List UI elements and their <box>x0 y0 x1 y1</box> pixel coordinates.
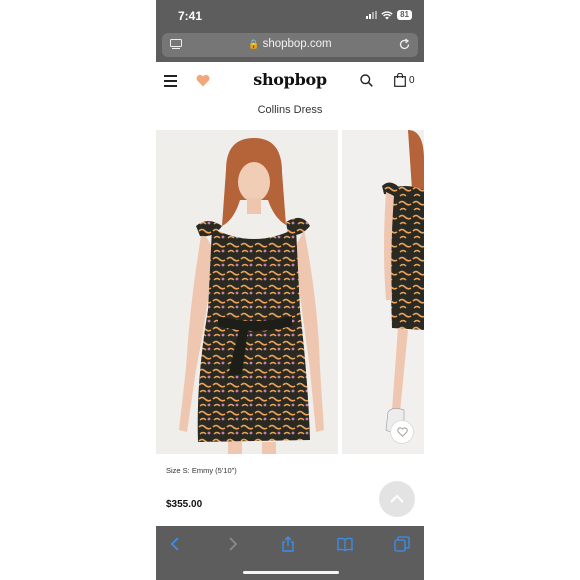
url-display[interactable]: 🔒 shopbop.com <box>162 38 418 50</box>
product-title: Collins Dress <box>257 104 323 116</box>
browser-top-bar: 7:41 81 🔒 shopbop.com <box>156 0 424 62</box>
status-indicators: 81 <box>366 10 412 20</box>
address-bar[interactable]: 🔒 shopbop.com <box>162 33 418 57</box>
bag-count: 0 <box>409 75 415 86</box>
product-price: $355.00 <box>166 499 203 510</box>
cellular-signal-icon <box>366 11 378 19</box>
back-arrow-icon[interactable] <box>168 536 184 552</box>
search-icon[interactable] <box>360 74 373 87</box>
home-indicator[interactable] <box>243 571 339 574</box>
lock-icon: 🔒 <box>248 39 260 49</box>
site-logo[interactable]: shopbop <box>156 70 424 89</box>
url-text: shopbop.com <box>262 38 332 50</box>
battery-indicator: 81 <box>397 10 412 20</box>
share-icon[interactable] <box>280 536 296 552</box>
forward-arrow-icon[interactable] <box>224 536 240 552</box>
shopping-bag-icon[interactable] <box>394 73 406 87</box>
model-photo-side <box>382 130 424 432</box>
heart-outline-icon <box>396 427 408 437</box>
add-to-wishlist-button[interactable] <box>390 420 414 444</box>
phone-screen: 7:41 81 🔒 shopbop.com shopbop 0 Collins … <box>156 0 424 580</box>
bookmarks-icon[interactable] <box>337 536 353 552</box>
wifi-icon <box>381 10 393 19</box>
reload-icon[interactable] <box>398 38 411 51</box>
scroll-to-top-button[interactable] <box>379 481 415 517</box>
model-size-info: Size S: Emmy (5'10") <box>166 466 237 475</box>
product-image-main[interactable] <box>156 130 338 454</box>
status-time: 7:41 <box>178 9 203 23</box>
product-image-side[interactable] <box>342 130 424 454</box>
tab-switcher-icon[interactable] <box>394 536 410 552</box>
chevron-up-icon <box>390 494 404 503</box>
model-photo-front <box>179 138 324 454</box>
site-header: shopbop 0 <box>156 62 424 102</box>
